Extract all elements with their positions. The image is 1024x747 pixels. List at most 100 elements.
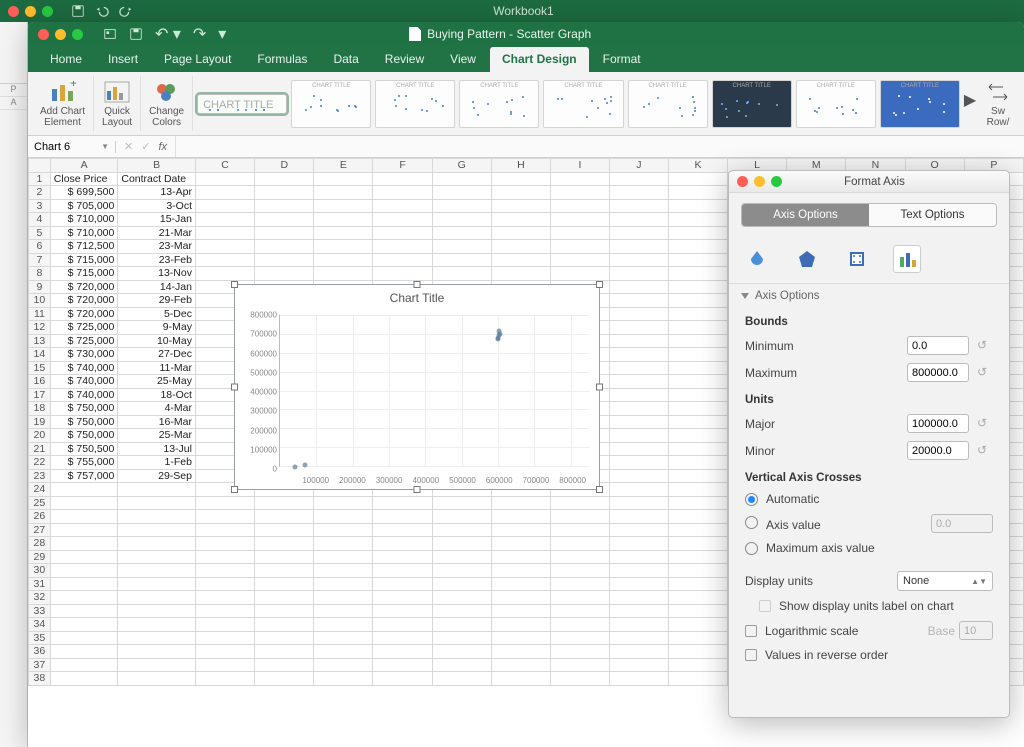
row-header[interactable]: 31: [29, 577, 51, 591]
cell[interactable]: [195, 523, 254, 537]
resize-handle[interactable]: [231, 281, 238, 288]
row-header[interactable]: 35: [29, 631, 51, 645]
cell[interactable]: [314, 645, 373, 659]
cell[interactable]: [432, 604, 491, 618]
cell[interactable]: [550, 591, 609, 605]
cell[interactable]: [118, 550, 196, 564]
cell[interactable]: [195, 577, 254, 591]
cell[interactable]: [314, 564, 373, 578]
cell[interactable]: [314, 618, 373, 632]
cell[interactable]: [195, 537, 254, 551]
cell[interactable]: [314, 186, 373, 200]
cell[interactable]: [550, 172, 609, 186]
cell[interactable]: [609, 213, 668, 227]
size-properties-icon[interactable]: [843, 245, 871, 273]
cell[interactable]: [314, 550, 373, 564]
cell[interactable]: [668, 267, 727, 281]
cell[interactable]: [550, 523, 609, 537]
row-header[interactable]: 9: [29, 280, 51, 294]
cell[interactable]: [195, 618, 254, 632]
row-header[interactable]: 30: [29, 564, 51, 578]
row-header[interactable]: 12: [29, 321, 51, 335]
cell[interactable]: [668, 361, 727, 375]
cell[interactable]: [550, 226, 609, 240]
cell[interactable]: [373, 510, 432, 524]
effects-icon[interactable]: [793, 245, 821, 273]
cell[interactable]: $ 730,000: [50, 348, 118, 362]
tab-home[interactable]: Home: [38, 47, 94, 72]
cell[interactable]: [255, 564, 314, 578]
cell[interactable]: 29-Sep: [118, 469, 196, 483]
cell[interactable]: [491, 186, 550, 200]
cell[interactable]: 18-Oct: [118, 388, 196, 402]
cell[interactable]: [373, 213, 432, 227]
cell[interactable]: [609, 604, 668, 618]
row-header[interactable]: 22: [29, 456, 51, 470]
cell[interactable]: [609, 564, 668, 578]
cell[interactable]: 5-Dec: [118, 307, 196, 321]
cell[interactable]: [314, 631, 373, 645]
resize-handle[interactable]: [596, 384, 603, 391]
cell[interactable]: [609, 510, 668, 524]
cell[interactable]: [491, 645, 550, 659]
cell[interactable]: [255, 199, 314, 213]
minor-input[interactable]: [907, 441, 969, 460]
cell[interactable]: [195, 658, 254, 672]
cell[interactable]: [432, 172, 491, 186]
cell[interactable]: [432, 186, 491, 200]
column-header[interactable]: K: [668, 159, 727, 173]
cell[interactable]: 25-May: [118, 375, 196, 389]
cell[interactable]: [50, 550, 118, 564]
cell[interactable]: [491, 172, 550, 186]
axis-options-section[interactable]: Axis Options: [729, 283, 1009, 308]
cell[interactable]: [373, 172, 432, 186]
cell[interactable]: [550, 213, 609, 227]
cell[interactable]: [550, 631, 609, 645]
cell[interactable]: [314, 240, 373, 254]
change-colors-button[interactable]: Change Colors: [141, 76, 193, 131]
cell[interactable]: [373, 631, 432, 645]
cell[interactable]: [314, 523, 373, 537]
cell[interactable]: [550, 267, 609, 281]
cell[interactable]: [609, 388, 668, 402]
chart-style-thumb[interactable]: CHART TITLE: [543, 80, 623, 128]
row-header[interactable]: 21: [29, 442, 51, 456]
cell[interactable]: 13-Apr: [118, 186, 196, 200]
cell[interactable]: [668, 645, 727, 659]
chart-style-thumb[interactable]: CHART TITLE: [712, 80, 792, 128]
cell[interactable]: [50, 510, 118, 524]
cell[interactable]: [668, 348, 727, 362]
cell[interactable]: [195, 253, 254, 267]
tab-data[interactable]: Data: [321, 47, 370, 72]
cell[interactable]: [609, 483, 668, 497]
resize-handle[interactable]: [596, 486, 603, 493]
cell[interactable]: [609, 402, 668, 416]
chart-title[interactable]: Chart Title: [235, 285, 599, 311]
minimum-input[interactable]: [907, 336, 969, 355]
cell[interactable]: [668, 550, 727, 564]
pane-segment-control[interactable]: Axis Options Text Options: [741, 203, 997, 227]
cell[interactable]: [195, 510, 254, 524]
cell[interactable]: [491, 510, 550, 524]
chart-style-thumb[interactable]: CHART TITLE: [880, 80, 960, 128]
cell[interactable]: 29-Feb: [118, 294, 196, 308]
row-header[interactable]: 14: [29, 348, 51, 362]
tab-formulas[interactable]: Formulas: [245, 47, 319, 72]
row-header[interactable]: 10: [29, 294, 51, 308]
row-header[interactable]: 24: [29, 483, 51, 497]
save-icon[interactable]: [129, 27, 143, 41]
row-header[interactable]: 26: [29, 510, 51, 524]
radio-axis-value[interactable]: [745, 516, 758, 529]
segment-text-options[interactable]: Text Options: [869, 204, 996, 226]
cell[interactable]: [609, 618, 668, 632]
fx-icon[interactable]: fx: [158, 141, 167, 153]
cell[interactable]: 4-Mar: [118, 402, 196, 416]
cell[interactable]: [432, 672, 491, 686]
cell[interactable]: [668, 618, 727, 632]
tab-insert[interactable]: Insert: [96, 47, 150, 72]
chart-style-thumb[interactable]: CHART TITLE: [197, 94, 287, 114]
column-header[interactable]: I: [550, 159, 609, 173]
cell[interactable]: [550, 510, 609, 524]
log-scale-checkbox[interactable]: [745, 625, 757, 637]
cell[interactable]: [118, 604, 196, 618]
